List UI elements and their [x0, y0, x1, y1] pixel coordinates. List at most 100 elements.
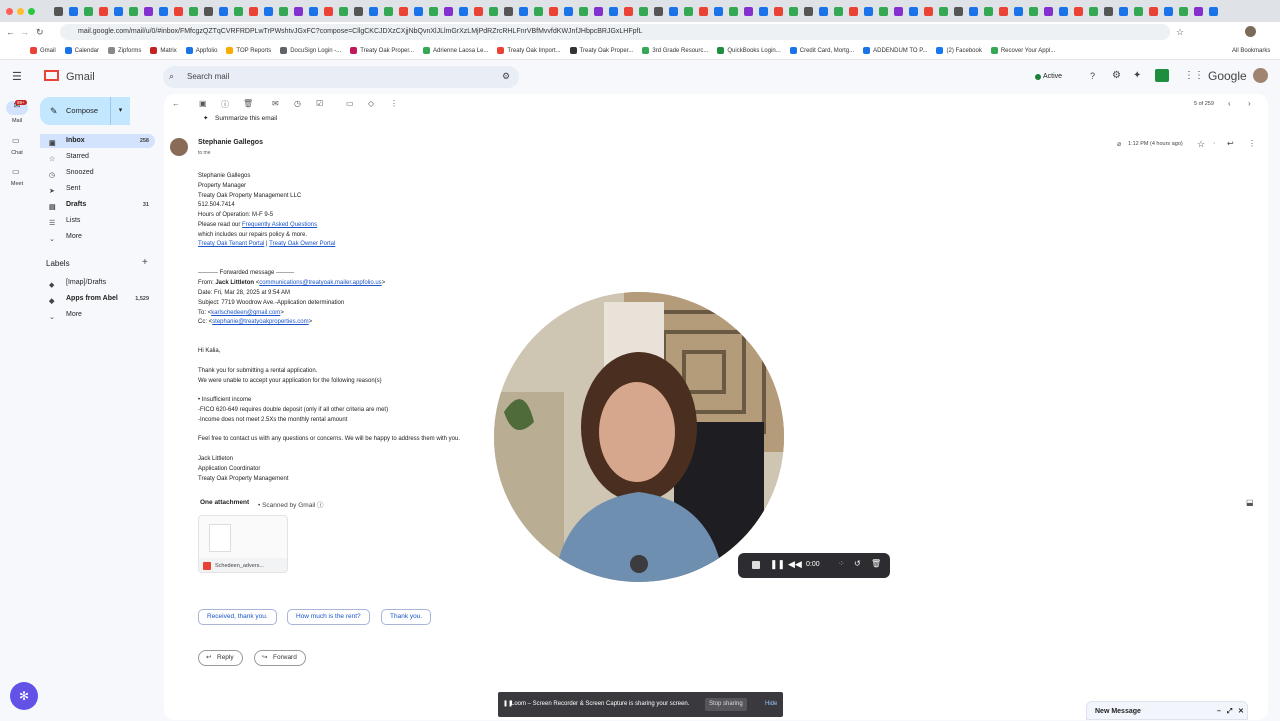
- bookmark-item[interactable]: DocuSign Login -...: [280, 47, 341, 54]
- account-avatar[interactable]: [1253, 68, 1268, 83]
- bookmark-item[interactable]: Gmail: [30, 47, 56, 54]
- browser-tab[interactable]: [924, 6, 933, 16]
- bookmark-star-icon[interactable]: ☆: [1176, 27, 1184, 38]
- hide-button[interactable]: Hide: [765, 692, 777, 717]
- all-bookmarks[interactable]: All Bookmarks: [1232, 48, 1270, 54]
- minimize-icon[interactable]: –: [1217, 702, 1221, 721]
- sender-avatar[interactable]: [170, 138, 188, 156]
- back-icon[interactable]: ←: [6, 27, 15, 37]
- bookmark-item[interactable]: 3rd Grade Resourc...: [642, 47, 708, 54]
- browser-tab[interactable]: [1179, 6, 1188, 16]
- compose-dropdown-button[interactable]: ▾: [110, 97, 130, 125]
- browser-tab[interactable]: [609, 6, 618, 16]
- browser-tab[interactable]: [939, 6, 948, 16]
- browser-tab[interactable]: [579, 6, 588, 16]
- new-message-window[interactable]: New Message – ⤢ ✕: [1086, 701, 1248, 720]
- bookmark-item[interactable]: Treaty Oak Proper...: [350, 47, 414, 54]
- bookmark-item[interactable]: Credit Card, Mortg...: [789, 47, 854, 54]
- browser-tab[interactable]: [129, 6, 138, 16]
- browser-tab[interactable]: [264, 6, 273, 16]
- report-spam-icon[interactable]: ⓘ: [221, 99, 229, 110]
- sidebar-item-drafts[interactable]: ▤ Drafts 31: [40, 198, 155, 212]
- rewind-icon[interactable]: ◀◀: [788, 559, 802, 570]
- browser-tab[interactable]: [804, 6, 813, 16]
- browser-tab[interactable]: [1029, 6, 1038, 16]
- bookmark-item[interactable]: Matrix: [150, 47, 177, 54]
- browser-tab[interactable]: [684, 6, 693, 16]
- browser-tab[interactable]: [144, 6, 153, 16]
- sender-name[interactable]: Stephanie Gallegos: [198, 139, 263, 146]
- browser-tab[interactable]: [624, 6, 633, 16]
- add-to-drive-icon[interactable]: ⬓: [1246, 498, 1254, 507]
- star-icon[interactable]: ☆: [1197, 139, 1205, 150]
- browser-tab[interactable]: [984, 6, 993, 16]
- forward-button[interactable]: ↪ Forward: [254, 650, 306, 666]
- browser-tab[interactable]: [99, 6, 108, 16]
- gemini-icon[interactable]: ✦: [1133, 70, 1141, 81]
- browser-tab[interactable]: [654, 6, 663, 16]
- from-email-link[interactable]: communications@treatyoak.mailer.appfolio…: [259, 280, 381, 286]
- add-label-icon[interactable]: +: [142, 257, 148, 268]
- settings-icon[interactable]: ⚙: [1112, 70, 1121, 81]
- browser-tab[interactable]: [864, 6, 873, 16]
- browser-tab[interactable]: [894, 6, 903, 16]
- label-icon[interactable]: ◇: [368, 99, 374, 108]
- mark-unread-icon[interactable]: ✉: [272, 99, 279, 108]
- newer-icon[interactable]: ‹: [1228, 99, 1231, 108]
- browser-tabs[interactable]: [51, 6, 1221, 16]
- browser-tab[interactable]: [1149, 6, 1158, 16]
- older-icon[interactable]: ›: [1248, 99, 1251, 108]
- meet-icon[interactable]: ▭: [12, 167, 20, 176]
- sidebar-item-snoozed[interactable]: ◷ Snoozed: [40, 166, 155, 180]
- trash-icon[interactable]: 🗑: [871, 559, 881, 568]
- back-to-inbox-icon[interactable]: ←: [172, 99, 180, 108]
- browser-tab[interactable]: [834, 6, 843, 16]
- browser-tab[interactable]: [489, 6, 498, 16]
- browser-tab[interactable]: [114, 6, 123, 16]
- url-field[interactable]: mail.google.com/mail/u/0/#inbox/FMfcgzQZ…: [60, 24, 1170, 40]
- browser-tab[interactable]: [564, 6, 573, 16]
- snooze-icon[interactable]: ◷: [294, 99, 301, 108]
- browser-tab[interactable]: [339, 6, 348, 16]
- browser-tab[interactable]: [354, 6, 363, 16]
- browser-tab[interactable]: [669, 6, 678, 16]
- stop-recording-icon[interactable]: [752, 561, 760, 569]
- emoji-react-icon[interactable]: ·: [1213, 140, 1215, 147]
- main-menu-icon[interactable]: ☰: [12, 70, 22, 83]
- browser-tab[interactable]: [714, 6, 723, 16]
- restart-icon[interactable]: ↺: [854, 559, 861, 568]
- to-email-link[interactable]: karlschedeen@gmail.com: [211, 310, 280, 316]
- label-item[interactable]: ◆ Apps from Abel 1,529: [40, 292, 155, 306]
- browser-tab[interactable]: [1044, 6, 1053, 16]
- bookmark-item[interactable]: Treaty Oak Import...: [497, 47, 561, 54]
- browser-tab[interactable]: [999, 6, 1008, 16]
- bookmark-item[interactable]: Recover Your Appl...: [990, 47, 1055, 54]
- browser-tab[interactable]: [309, 6, 318, 16]
- browser-tab[interactable]: [399, 6, 408, 16]
- archive-icon[interactable]: ▣: [199, 99, 207, 108]
- close-icon[interactable]: ✕: [1238, 702, 1244, 721]
- stop-sharing-button[interactable]: Stop sharing: [705, 698, 747, 711]
- google-logo[interactable]: Google: [1208, 69, 1247, 83]
- forward-icon[interactable]: →: [20, 27, 29, 37]
- bookmark-item[interactable]: Adrienne Laosa Le...: [423, 47, 488, 54]
- reply-icon[interactable]: ↩: [1227, 139, 1234, 148]
- search-icon[interactable]: ⌕: [169, 71, 174, 82]
- browser-tab[interactable]: [504, 6, 513, 16]
- bookmark-item[interactable]: QuickBooks Login...: [717, 47, 781, 54]
- bookmark-item[interactable]: Treaty Oak Proper...: [569, 47, 633, 54]
- browser-tab[interactable]: [204, 6, 213, 16]
- browser-tab[interactable]: [54, 6, 63, 16]
- browser-tab[interactable]: [249, 6, 258, 16]
- chat-icon[interactable]: ▭: [12, 136, 20, 145]
- faq-link[interactable]: Frequently Asked Questions: [242, 222, 317, 228]
- message-more-icon[interactable]: ⋮: [1248, 139, 1256, 148]
- browser-tab[interactable]: [1134, 6, 1143, 16]
- browser-tab[interactable]: [369, 6, 378, 16]
- browser-tab[interactable]: [594, 6, 603, 16]
- browser-tab[interactable]: [1014, 6, 1023, 16]
- webcam-bubble[interactable]: [494, 292, 784, 582]
- browser-tab[interactable]: [444, 6, 453, 16]
- browser-tab[interactable]: [1104, 6, 1113, 16]
- browser-tab[interactable]: [234, 6, 243, 16]
